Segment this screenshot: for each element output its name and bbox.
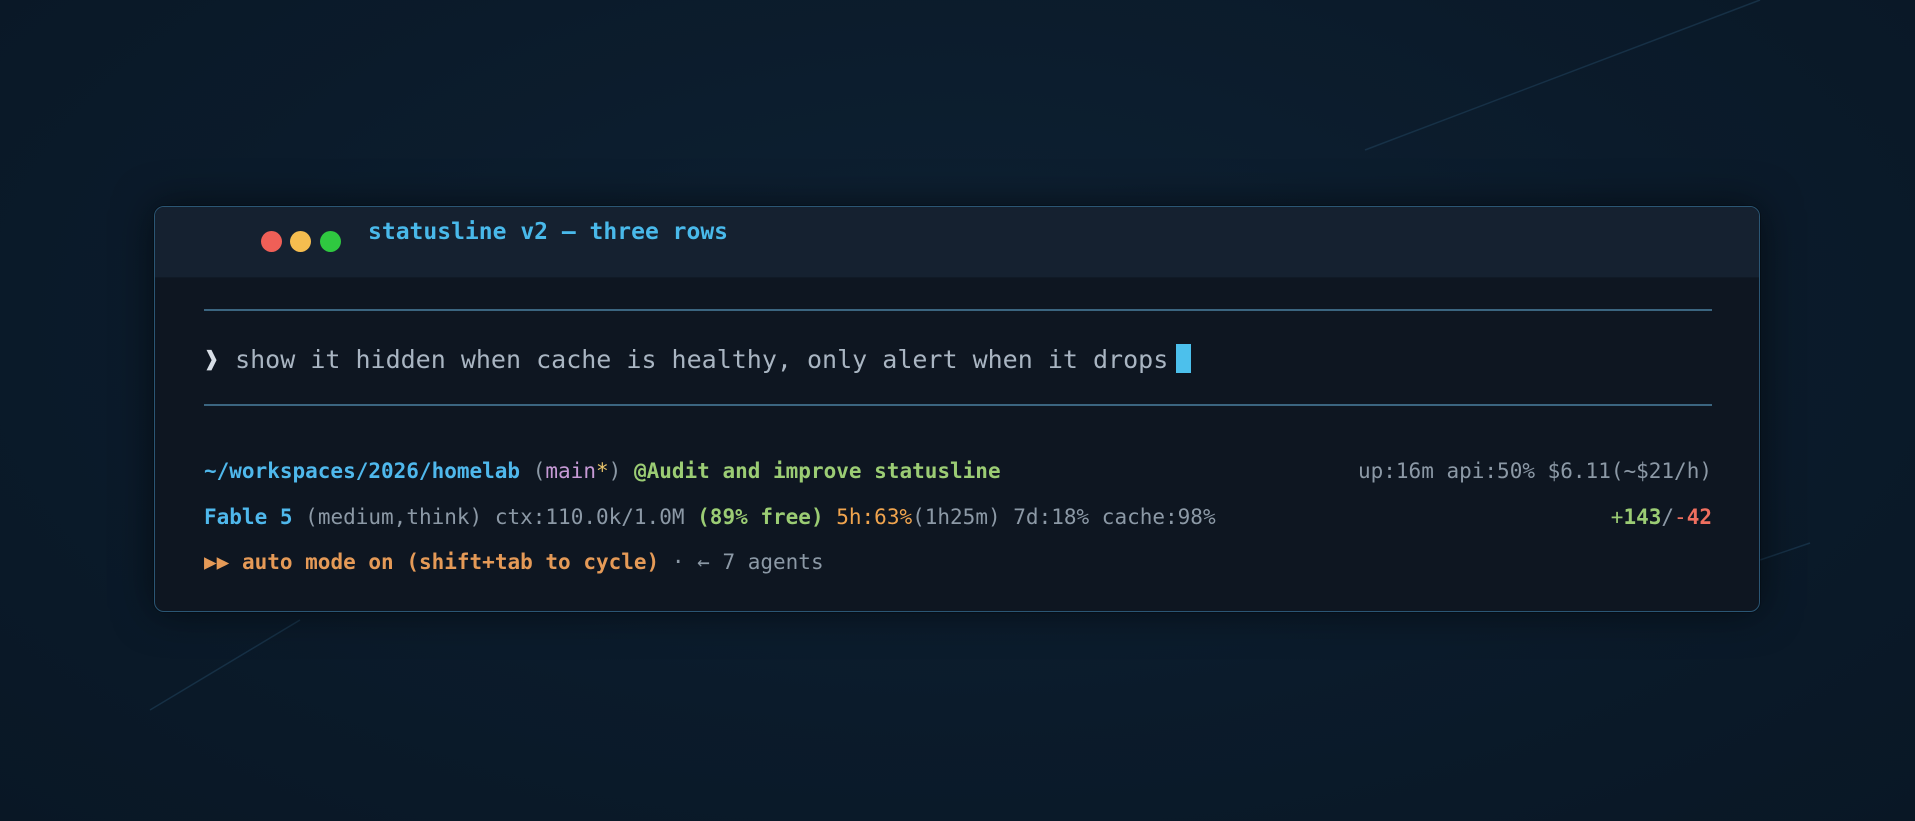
model-mode: (medium,think) bbox=[305, 505, 483, 529]
statusline-row-1: ~/workspaces/2026/homelab (main*) @Audit… bbox=[204, 456, 1712, 486]
five-hour-reset: (1h25m) bbox=[912, 505, 1001, 529]
prompt-chevron-icon: ❱ bbox=[204, 345, 220, 374]
model-name: Fable 5 bbox=[204, 505, 293, 529]
prompt-input[interactable]: ❱ show it hidden when cache is healthy, o… bbox=[204, 343, 1192, 377]
lines-removed-prefix: - bbox=[1674, 505, 1687, 529]
session-name: @Audit and improve statusline bbox=[633, 459, 1001, 483]
statusline-row-2: Fable 5 (medium,think) ctx:110.0k/1.0M (… bbox=[204, 502, 1712, 532]
diff-separator: / bbox=[1661, 505, 1675, 529]
maximize-window-button[interactable] bbox=[320, 231, 341, 252]
working-directory: ~/workspaces/2026/homelab bbox=[204, 459, 521, 483]
seven-day-usage: 7d:18% bbox=[1013, 505, 1090, 529]
window-title: statusline v2 — three rows bbox=[368, 219, 729, 245]
git-dirty-marker: * bbox=[595, 459, 609, 483]
terminal-window: statusline v2 — three rows ❱ show it hidd… bbox=[154, 206, 1760, 612]
prompt-top-divider bbox=[204, 309, 1712, 311]
branch-close-paren: ) bbox=[608, 459, 622, 483]
uptime-api-cost: up:16m api:50% $6.11(~$21/h) bbox=[1357, 459, 1712, 483]
lines-added-prefix: + bbox=[1610, 505, 1624, 529]
statusline-row-3: ▶▶ auto mode on (shift+tab to cycle) · ←… bbox=[204, 547, 1712, 577]
prompt-text: show it hidden when cache is healthy, on… bbox=[235, 345, 1169, 374]
auto-mode-indicator: auto mode on (shift+tab to cycle) bbox=[241, 550, 660, 574]
lines-added: 143 bbox=[1623, 505, 1662, 529]
git-branch: main bbox=[545, 459, 596, 483]
title-bar: statusline v2 — three rows bbox=[155, 207, 1759, 278]
context-usage: ctx:110.0k/1.0M bbox=[494, 505, 685, 529]
fast-forward-icon: ▶▶ bbox=[204, 550, 230, 574]
agents-count[interactable]: ← 7 agents bbox=[697, 550, 823, 574]
branch-open-paren: ( bbox=[532, 459, 546, 483]
lines-removed: 42 bbox=[1686, 505, 1712, 529]
cache-hit-rate: cache:98% bbox=[1101, 505, 1216, 529]
minimize-window-button[interactable] bbox=[290, 231, 311, 252]
five-hour-usage: 5h:63% bbox=[836, 505, 913, 529]
prompt-bottom-divider bbox=[204, 404, 1712, 406]
text-cursor bbox=[1176, 344, 1192, 373]
context-free: (89% free) bbox=[697, 505, 824, 529]
diff-stats: +143/-42 bbox=[1611, 502, 1712, 532]
close-window-button[interactable] bbox=[261, 231, 282, 252]
separator-dot: · bbox=[671, 550, 685, 574]
